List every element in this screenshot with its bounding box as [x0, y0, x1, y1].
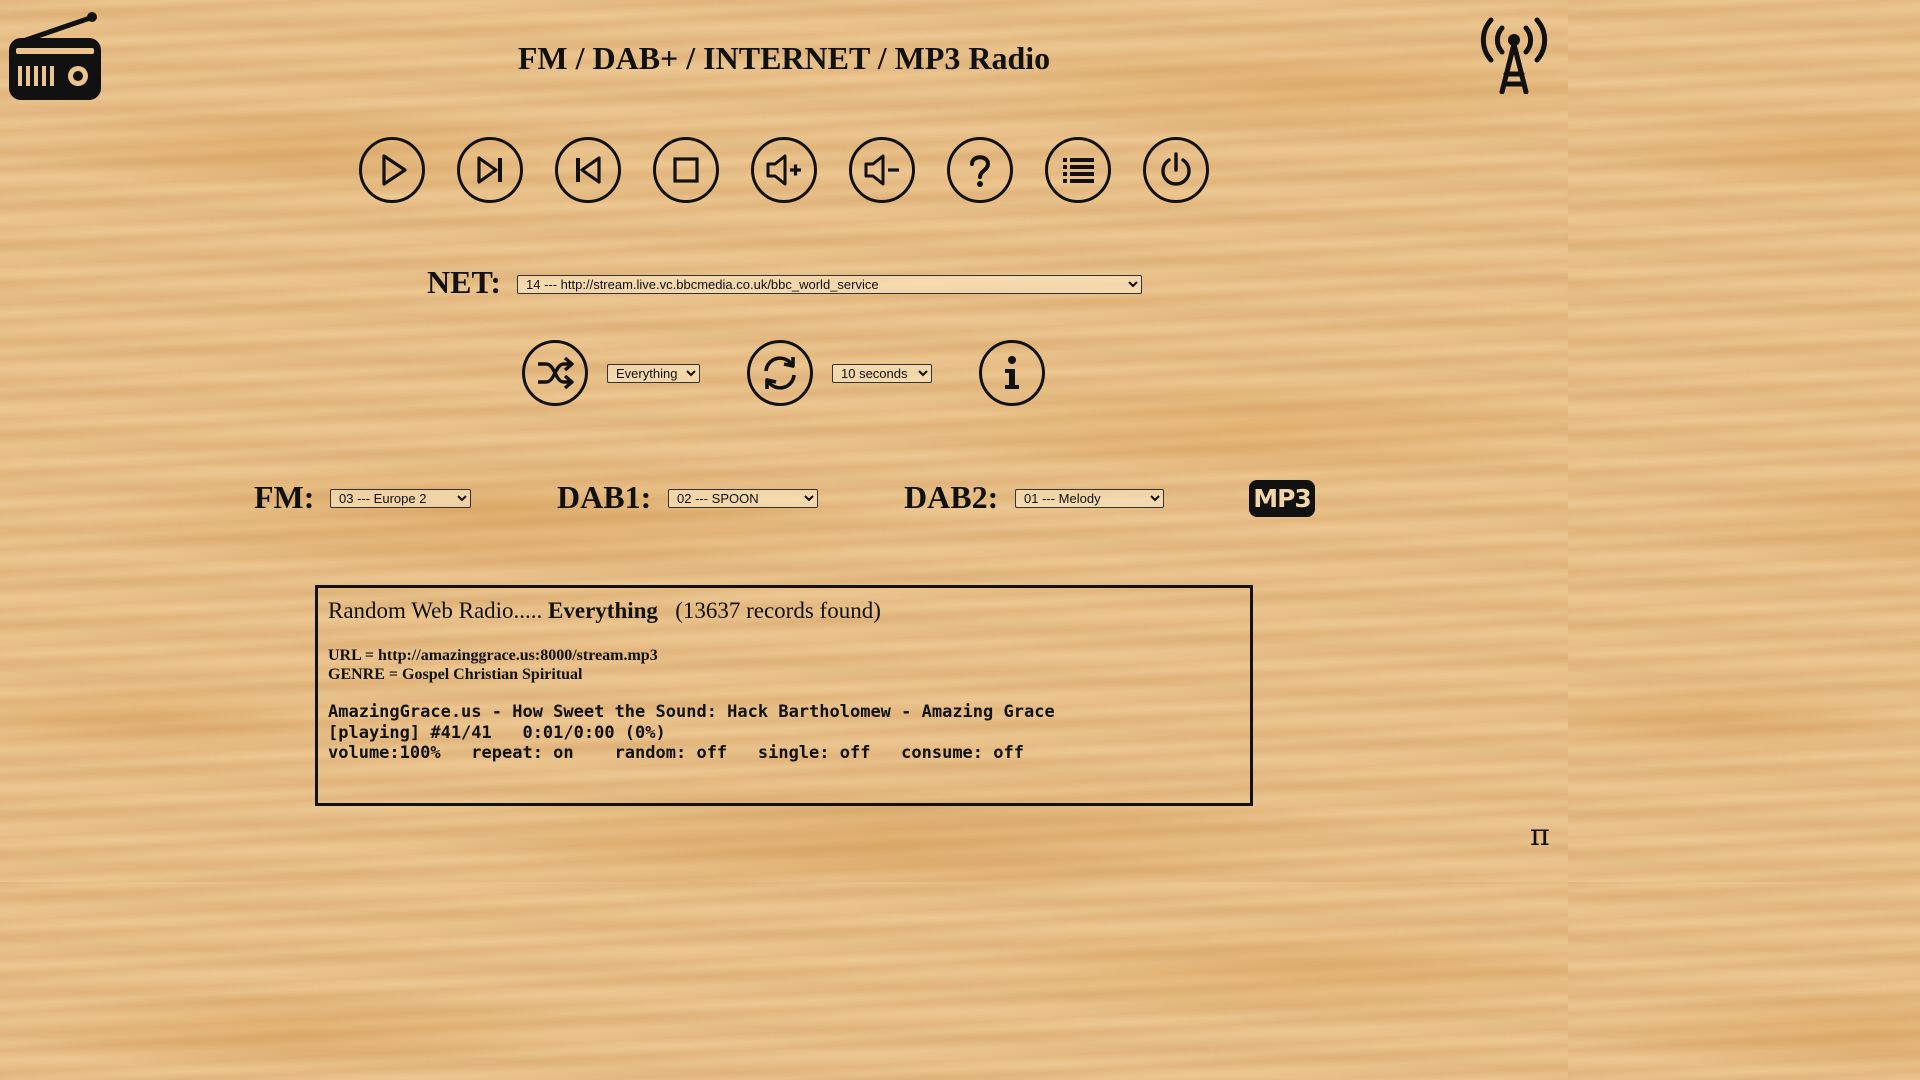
fm-station-select[interactable]: 03 --- Europe 2: [330, 489, 471, 508]
status-panel: Random Web Radio..... Everything (13637 …: [315, 585, 1253, 806]
info-button[interactable]: [979, 340, 1045, 406]
stream-url: URL = http://amazinggrace.us:8000/stream…: [328, 647, 658, 664]
play-icon: [382, 154, 407, 186]
pi-icon[interactable]: π: [1530, 818, 1550, 853]
status-records: (13637 records found): [675, 598, 881, 623]
stream-meta: URL = http://amazinggrace.us:8000/stream…: [328, 646, 1240, 684]
list-icon: [1063, 158, 1094, 183]
volume-up-button[interactable]: [751, 137, 817, 203]
playing-status: [playing] #41/41 0:01/0:00 (0%): [328, 722, 666, 743]
skip-previous-icon: [576, 156, 601, 184]
power-icon: [1161, 152, 1191, 186]
player-status: AmazingGrace.us - How Sweet the Sound: H…: [328, 702, 1240, 764]
volume-down-icon: [864, 154, 899, 186]
dab2-station-select[interactable]: 01 --- Melody: [1015, 489, 1164, 508]
antenna-tower-icon: [1480, 17, 1548, 94]
refresh-interval-select[interactable]: 10 seconds: [832, 364, 932, 383]
status-prefix: Random Web Radio.....: [328, 598, 549, 623]
playlist-button[interactable]: [1045, 137, 1111, 203]
stop-icon: [673, 157, 699, 183]
stream-genre: GENRE = Gospel Christian Spiritual: [328, 666, 583, 683]
status-mode: Everything: [548, 598, 658, 623]
volume-up-icon: [766, 154, 801, 186]
volume-down-button[interactable]: [849, 137, 915, 203]
dab1-label: DAB1:: [557, 479, 652, 515]
help-icon: [970, 155, 991, 187]
refresh-button[interactable]: [747, 340, 813, 406]
refresh-icon: [764, 356, 796, 390]
page-title: FM / DAB+ / INTERNET / MP3 Radio: [517, 40, 1051, 76]
skip-next-icon: [477, 156, 502, 184]
next-button[interactable]: [457, 137, 523, 203]
mp3-button[interactable]: MP3: [1249, 480, 1315, 517]
power-button[interactable]: [1143, 137, 1209, 203]
previous-button[interactable]: [555, 137, 621, 203]
stop-button[interactable]: [653, 137, 719, 203]
dab2-label: DAB2:: [904, 479, 999, 515]
dab1-station-select[interactable]: 02 --- SPOON: [668, 489, 818, 508]
random-mode-select[interactable]: Everything: [607, 364, 700, 383]
play-button[interactable]: [359, 137, 425, 203]
shuffle-button[interactable]: [522, 340, 588, 406]
player-options: volume:100% repeat: on random: off singl…: [328, 743, 1024, 763]
info-icon: [1005, 356, 1019, 389]
help-button[interactable]: [947, 137, 1013, 203]
net-label: NET:: [427, 264, 502, 300]
track-title: AmazingGrace.us - How Sweet the Sound: H…: [328, 702, 1055, 722]
fm-label: FM:: [254, 479, 315, 515]
shuffle-icon: [538, 356, 574, 390]
net-station-select[interactable]: 14 --- http://stream.live.vc.bbcmedia.co…: [517, 275, 1142, 294]
status-heading: Random Web Radio..... Everything (13637 …: [328, 596, 1240, 626]
